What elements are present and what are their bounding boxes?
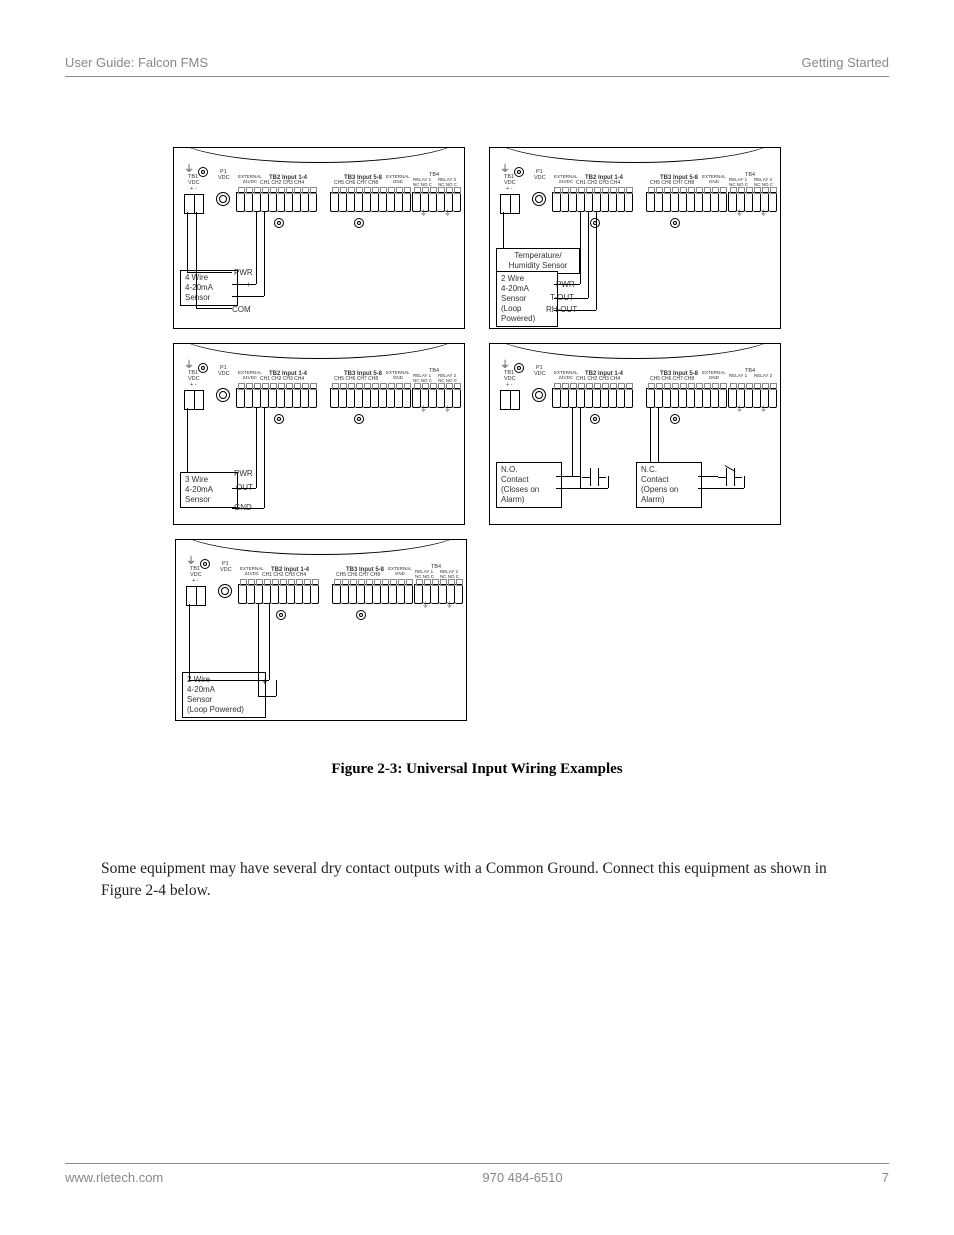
wiring-panel-2wire-loop: ⏚ TB1 VDC + - P1 VDC EXTERNAL24VDC TB2 I… xyxy=(175,539,467,721)
page-header: User Guide: Falcon FMS Getting Started xyxy=(65,55,889,77)
footer-center: 970 484-6510 xyxy=(482,1170,562,1185)
wiring-diagram-area: ⏚ TB1 VDC + - P1 VDC EXTERNAL24VDC TB2 I… xyxy=(65,147,889,828)
wiring-panel-temp-humidity: ⏚ TB1 VDC + - P1 VDC EXTERNAL24VDC TB2 I… xyxy=(489,147,781,329)
footer-right: 7 xyxy=(882,1170,889,1185)
wiring-panel-3wire: ⏚ TB1 VDC + - P1 VDC EXTERNAL24VDC TB2 I… xyxy=(173,343,465,525)
wiring-panel-4wire: ⏚ TB1 VDC + - P1 VDC EXTERNAL24VDC TB2 I… xyxy=(173,147,465,329)
body-paragraph: Some equipment may have several dry cont… xyxy=(101,858,853,901)
header-left: User Guide: Falcon FMS xyxy=(65,55,208,70)
header-right: Getting Started xyxy=(802,55,889,70)
figure-caption: Figure 2-3: Universal Input Wiring Examp… xyxy=(331,761,622,778)
page-footer: www.rletech.com 970 484-6510 7 xyxy=(65,1163,889,1185)
footer-left: www.rletech.com xyxy=(65,1170,163,1185)
wiring-panel-contacts: ⏚ TB1 VDC + - P1 VDC EXTERNAL24VDC TB2 I… xyxy=(489,343,781,525)
